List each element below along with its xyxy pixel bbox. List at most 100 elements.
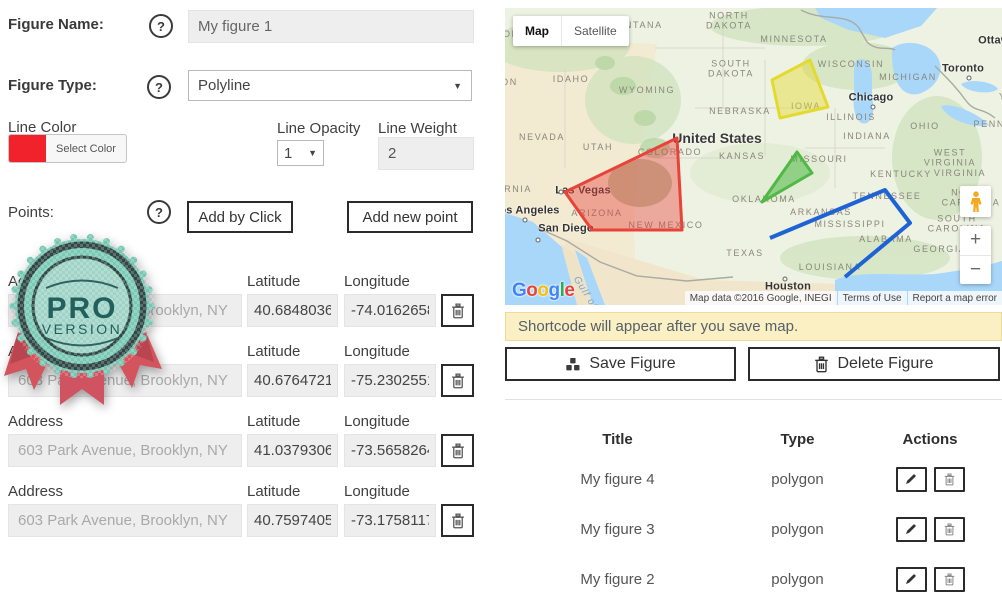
red-polygon[interactable] — [565, 138, 682, 230]
trash-icon — [944, 523, 955, 536]
zoom-out-button[interactable]: − — [960, 256, 991, 285]
delete-point-button[interactable] — [441, 504, 474, 537]
figure-name-input[interactable] — [188, 10, 474, 43]
blue-polyline[interactable] — [770, 190, 910, 277]
trash-icon — [451, 443, 465, 459]
pencil-icon — [905, 573, 917, 585]
edit-figure-button[interactable] — [896, 467, 927, 492]
delete-point-button[interactable] — [441, 434, 474, 467]
line-weight-label: Line Weight — [378, 120, 457, 137]
map-shapes-layer — [505, 8, 1002, 305]
figure-name-label: Figure Name: — [8, 16, 104, 33]
trash-icon — [944, 473, 955, 486]
longitude-label: Longitude — [344, 483, 410, 500]
pegman-control[interactable] — [960, 186, 991, 217]
report-map-error-link[interactable]: Report a map error — [908, 291, 1002, 305]
point-longitude-input[interactable] — [344, 294, 436, 327]
chevron-down-icon: ▼ — [308, 148, 317, 158]
trash-icon — [451, 513, 465, 529]
save-cubes-icon — [565, 357, 581, 372]
table-row: My figure 4 polygon — [505, 454, 1000, 504]
point-address-input[interactable] — [8, 504, 242, 537]
figure-name-help-icon[interactable]: ? — [149, 14, 173, 38]
figures-table-header: Title Type Actions — [505, 424, 1000, 454]
latitude-label: Latitude — [247, 343, 300, 360]
figure-type-select[interactable]: Polyline ▼ — [188, 70, 472, 101]
map-type-satellite-button[interactable]: Satellite — [561, 16, 629, 46]
color-swatch — [9, 135, 46, 162]
point-address-input[interactable] — [8, 434, 242, 467]
delete-point-button[interactable] — [441, 294, 474, 327]
line-opacity-value: 1 — [284, 145, 292, 162]
add-new-point-button[interactable]: Add new point — [347, 201, 473, 233]
figure-type: polygon — [771, 571, 824, 588]
save-figure-button[interactable]: Save Figure — [505, 347, 736, 381]
delete-figure-row-button[interactable] — [934, 567, 965, 592]
point-longitude-input[interactable] — [344, 364, 436, 397]
terms-of-use-link[interactable]: Terms of Use — [838, 291, 907, 305]
select-color-label: Select Color — [46, 135, 126, 162]
line-weight-input[interactable] — [378, 137, 474, 170]
points-label: Points: — [8, 204, 54, 221]
latitude-label: Latitude — [247, 413, 300, 430]
line-opacity-select[interactable]: 1 ▼ — [277, 140, 324, 166]
longitude-label: Longitude — [344, 343, 410, 360]
edit-figure-button[interactable] — [896, 567, 927, 592]
header-type: Type — [781, 431, 815, 448]
pegman-icon — [969, 191, 983, 213]
figures-table: Title Type Actions My figure 4 polygon M… — [505, 424, 1000, 604]
point-longitude-input[interactable] — [344, 434, 436, 467]
google-map[interactable]: WASHINGTONOREGONMONTANANORTH DAKOTAMINNE… — [505, 8, 1002, 305]
address-label: Address — [8, 483, 63, 500]
trash-icon — [451, 373, 465, 389]
pencil-icon — [905, 523, 917, 535]
delete-figure-row-button[interactable] — [934, 467, 965, 492]
point-latitude-input[interactable] — [247, 434, 338, 467]
figure-editor-page: Figure Name: ? Figure Type: ? Polyline ▼… — [0, 0, 1002, 606]
trash-icon — [451, 303, 465, 319]
shortcode-notice: Shortcode will appear after you save map… — [505, 312, 1002, 341]
point-latitude-input[interactable] — [247, 504, 338, 537]
map-attribution: Map data ©2016 Google, INEGI Terms of Us… — [685, 291, 1002, 305]
delete-figure-button[interactable]: Delete Figure — [748, 347, 1000, 381]
edit-figure-button[interactable] — [896, 517, 927, 542]
zoom-in-button[interactable]: + — [960, 226, 991, 256]
point-longitude-input[interactable] — [344, 504, 436, 537]
add-by-click-button[interactable]: Add by Click — [187, 201, 293, 233]
point-latitude-input[interactable] — [247, 294, 338, 327]
delete-figure-label: Delete Figure — [837, 355, 933, 373]
longitude-label: Longitude — [344, 413, 410, 430]
figure-title: My figure 4 — [580, 471, 654, 488]
figure-type-help-icon[interactable]: ? — [147, 75, 171, 99]
trash-icon — [814, 356, 829, 373]
delete-figure-row-button[interactable] — [934, 517, 965, 542]
longitude-label: Longitude — [344, 273, 410, 290]
header-actions: Actions — [902, 431, 957, 448]
zoom-control: + − — [960, 226, 991, 284]
figure-title: My figure 2 — [580, 571, 654, 588]
latitude-label: Latitude — [247, 273, 300, 290]
figure-type-value: Polyline — [198, 77, 251, 94]
latitude-label: Latitude — [247, 483, 300, 500]
delete-point-button[interactable] — [441, 364, 474, 397]
divider — [505, 399, 1002, 400]
figure-title: My figure 3 — [580, 521, 654, 538]
point-latitude-input[interactable] — [247, 364, 338, 397]
save-figure-label: Save Figure — [589, 355, 675, 373]
table-row: My figure 2 polygon — [505, 554, 1000, 604]
table-row: My figure 3 polygon — [505, 504, 1000, 554]
line-color-picker-button[interactable]: Select Color — [8, 134, 127, 163]
pro-version-badge: PRO VERSION — [2, 226, 172, 408]
green-polygon[interactable] — [762, 152, 812, 202]
google-logo[interactable]: Google — [512, 280, 574, 302]
figure-type: polygon — [771, 471, 824, 488]
figure-type: polygon — [771, 521, 824, 538]
map-type-map-button[interactable]: Map — [513, 16, 561, 46]
map-data-text: Map data ©2016 Google, INEGI — [685, 291, 837, 305]
line-opacity-label: Line Opacity — [277, 120, 360, 137]
chevron-down-icon: ▼ — [453, 81, 462, 91]
points-help-icon[interactable]: ? — [147, 200, 171, 224]
yellow-polygon[interactable] — [772, 60, 828, 118]
header-title: Title — [602, 431, 633, 448]
map-type-control: Map Satellite — [513, 16, 629, 46]
